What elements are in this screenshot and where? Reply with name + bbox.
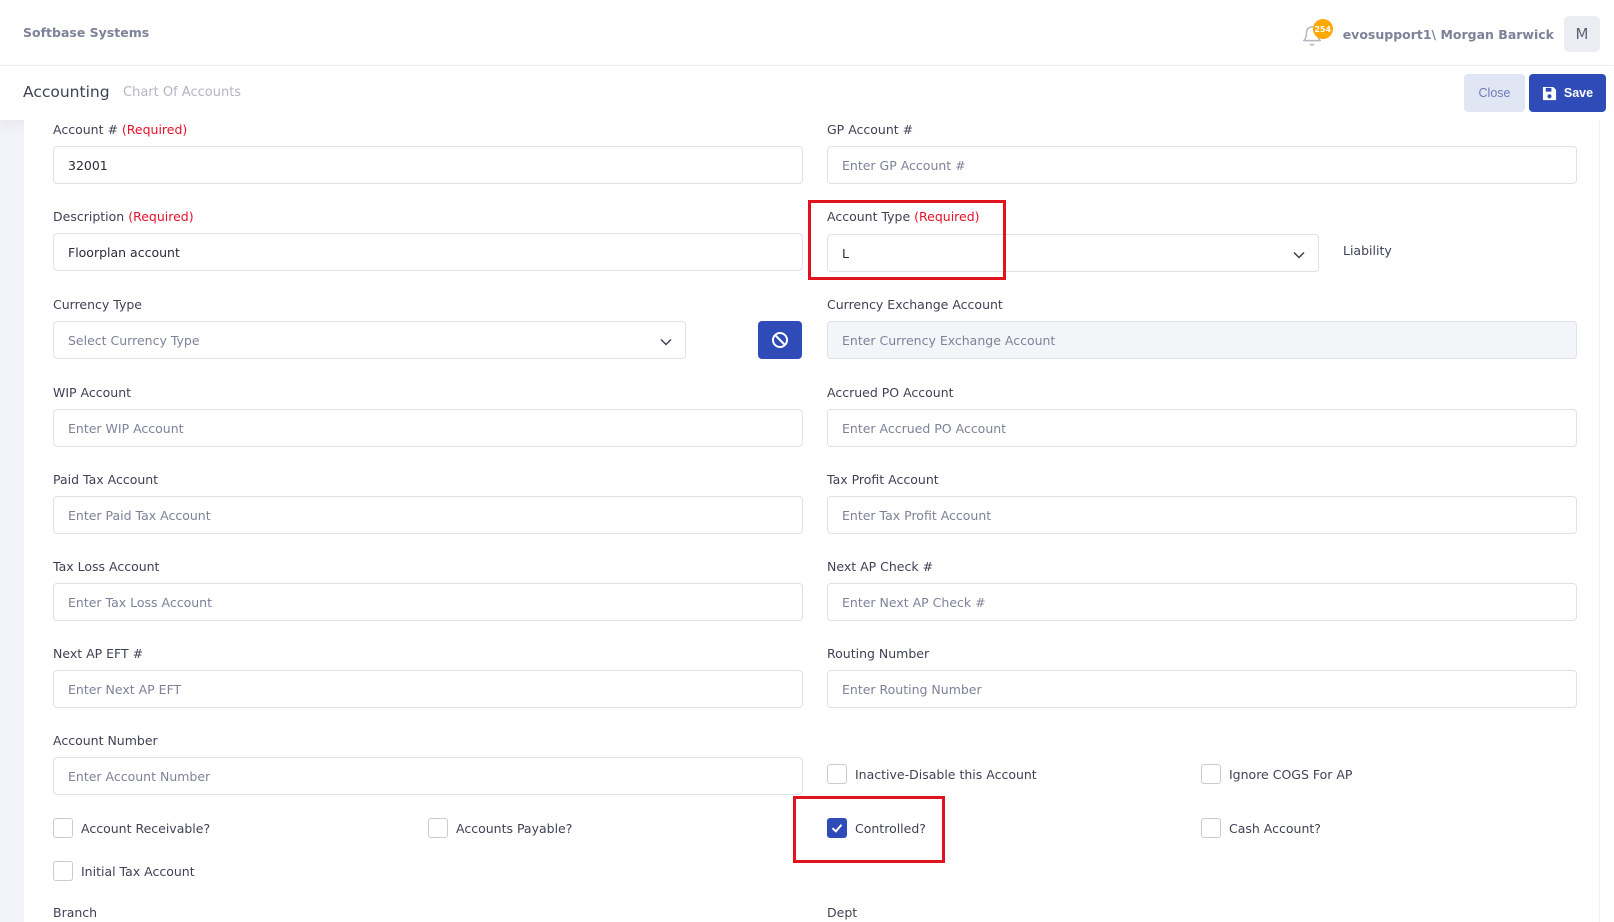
account-receivable-checkbox-box[interactable] xyxy=(53,818,73,838)
accounts-payable-checkbox[interactable]: Accounts Payable? xyxy=(428,818,572,838)
account-number-label: Account # (Required) xyxy=(53,122,187,137)
inactive-checkbox-box[interactable] xyxy=(827,764,847,784)
notification-count-badge: 254 xyxy=(1312,19,1333,39)
currency-type-select[interactable]: Select Currency Type xyxy=(53,321,686,359)
inactive-checkbox[interactable]: Inactive-Disable this Account xyxy=(827,764,1037,784)
currency-type-label: Currency Type xyxy=(53,297,143,312)
account-type-display: Liability xyxy=(1343,243,1392,258)
account-receivable-checkbox-label: Account Receivable? xyxy=(81,820,211,836)
tax-profit-label: Tax Profit Account xyxy=(827,472,939,487)
ignore-cogs-checkbox-box[interactable] xyxy=(1201,764,1221,784)
paid-tax-input[interactable]: Enter Paid Tax Account xyxy=(53,496,803,534)
chevron-down-icon xyxy=(660,338,672,346)
routing-number-label: Routing Number xyxy=(827,646,930,661)
ignore-cogs-checkbox-label: Ignore COGS For AP xyxy=(1229,766,1353,782)
floppy-disk-icon xyxy=(1542,86,1556,100)
branch-label: Branch xyxy=(53,905,98,920)
dept-label: Dept xyxy=(827,905,858,920)
description-input[interactable]: Floorplan account xyxy=(53,233,803,271)
account-number-input[interactable]: 32001 xyxy=(53,146,803,184)
accounts-payable-checkbox-label: Accounts Payable? xyxy=(456,820,573,836)
save-button[interactable]: Save xyxy=(1529,74,1606,112)
account-number-field-input[interactable]: Enter Account Number xyxy=(53,757,803,795)
currency-type-placeholder: Select Currency Type xyxy=(68,332,200,348)
required-tag: (Required) xyxy=(121,122,188,137)
ignore-cogs-checkbox[interactable]: Ignore COGS For AP xyxy=(1201,764,1352,784)
currency-exchange-input[interactable]: Enter Currency Exchange Account xyxy=(827,321,1577,359)
next-ap-check-input[interactable]: Enter Next AP Check # xyxy=(827,583,1577,621)
save-button-label: Save xyxy=(1563,86,1594,100)
wip-account-input[interactable]: Enter WIP Account xyxy=(53,409,803,447)
cash-account-checkbox[interactable]: Cash Account? xyxy=(1201,818,1321,838)
notifications-button[interactable]: 254 xyxy=(1299,19,1333,49)
initial-tax-checkbox-label: Initial Tax Account xyxy=(81,863,195,879)
paid-tax-label: Paid Tax Account xyxy=(53,472,159,487)
currency-exchange-label: Currency Exchange Account xyxy=(827,297,1003,312)
required-tag: (Required) xyxy=(128,209,194,224)
account-receivable-checkbox[interactable]: Account Receivable? xyxy=(53,818,210,838)
subheader: Accounting Chart Of Accounts Close Save xyxy=(0,66,1614,120)
avatar[interactable]: M xyxy=(1564,16,1600,52)
tax-loss-label: Tax Loss Account xyxy=(53,559,160,574)
account-number-field-label: Account Number xyxy=(53,733,158,748)
username[interactable]: evosupport1\ Morgan Barwick xyxy=(1343,27,1554,42)
initial-tax-checkbox[interactable]: Initial Tax Account xyxy=(53,861,195,881)
brand-name[interactable]: Softbase Systems xyxy=(23,25,149,40)
cash-account-checkbox-label: Cash Account? xyxy=(1229,820,1321,836)
description-label: Description (Required) xyxy=(53,209,194,224)
controlled-highlight-box xyxy=(793,796,945,863)
close-button[interactable]: Close xyxy=(1464,74,1525,112)
wip-account-label: WIP Account xyxy=(53,385,132,400)
next-ap-eft-input[interactable]: Enter Next AP EFT xyxy=(53,670,803,708)
cash-account-checkbox-box[interactable] xyxy=(1201,818,1221,838)
inactive-checkbox-label: Inactive-Disable this Account xyxy=(855,766,1037,782)
next-ap-check-label: Next AP Check # xyxy=(827,559,934,574)
clear-currency-button[interactable] xyxy=(758,321,802,359)
accrued-po-label: Accrued PO Account xyxy=(827,385,954,400)
account-type-highlight-box xyxy=(808,200,1006,280)
gp-account-input[interactable]: Enter GP Account # xyxy=(827,146,1577,184)
tax-profit-input[interactable]: Enter Tax Profit Account xyxy=(827,496,1577,534)
user-area: 254 evosupport1\ Morgan Barwick M xyxy=(1299,16,1600,52)
description-label-text: Description xyxy=(53,209,125,224)
account-number-label-text: Account # xyxy=(53,122,118,137)
gp-account-label: GP Account # xyxy=(827,122,914,137)
page-title: Accounting xyxy=(23,83,110,101)
breadcrumb[interactable]: Chart Of Accounts xyxy=(123,85,241,100)
scrollbar[interactable] xyxy=(1599,120,1614,922)
accrued-po-input[interactable]: Enter Accrued PO Account xyxy=(827,409,1577,447)
chevron-down-icon xyxy=(1293,251,1305,259)
tax-loss-input[interactable]: Enter Tax Loss Account xyxy=(53,583,803,621)
ban-icon xyxy=(772,332,788,348)
top-bar: Softbase Systems 254 evosupport1\ Morgan… xyxy=(0,0,1614,66)
next-ap-eft-label: Next AP EFT # xyxy=(53,646,144,661)
accounts-payable-checkbox-box[interactable] xyxy=(428,818,448,838)
initial-tax-checkbox-box[interactable] xyxy=(53,861,73,881)
routing-number-input[interactable]: Enter Routing Number xyxy=(827,670,1577,708)
